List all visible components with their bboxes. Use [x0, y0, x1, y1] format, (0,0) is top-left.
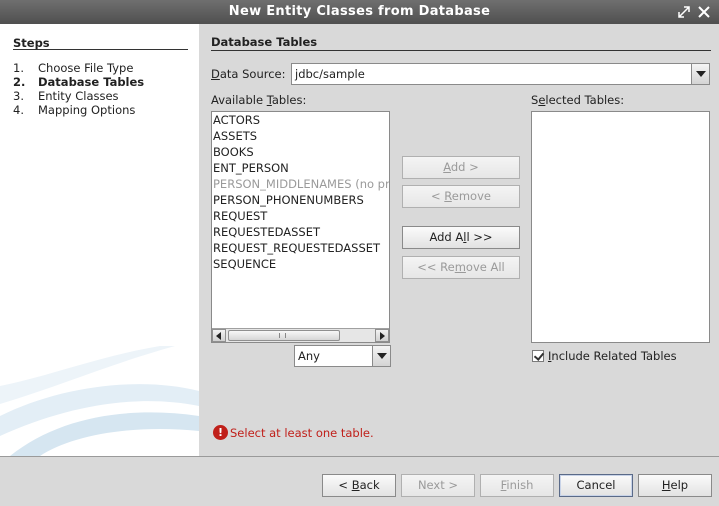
steps-panel: Steps 1. Choose File Type 2. Database Tabl… — [0, 24, 199, 456]
decorative-swoosh — [0, 346, 199, 456]
list-item[interactable]: ACTORS — [212, 112, 389, 128]
list-item[interactable]: BOOKS — [212, 144, 389, 160]
list-item[interactable]: REQUESTEDASSET — [212, 224, 389, 240]
scrollbar-thumb[interactable] — [228, 330, 340, 341]
scroll-right-icon[interactable] — [375, 329, 389, 342]
finish-button[interactable]: Finish — [480, 474, 554, 497]
steps-divider — [13, 49, 188, 50]
list-item[interactable]: REQUEST_REQUESTEDASSET — [212, 240, 389, 256]
table-filter-value: Any — [298, 349, 320, 363]
available-tables-list[interactable]: ACTORS ASSETS BOOKS ENT_PERSON PERSON_MI… — [211, 111, 390, 343]
include-related-label[interactable]: Include Related Tables — [548, 349, 677, 363]
step-item-current: 2. Database Tables — [13, 75, 145, 89]
list-item-disabled: PERSON_MIDDLENAMES (no primary key) — [213, 177, 389, 191]
title-bar: New Entity Classes from Database — [0, 0, 719, 24]
cancel-button[interactable]: Cancel — [559, 474, 633, 497]
list-item[interactable]: ASSETS — [212, 128, 389, 144]
chevron-down-icon[interactable] — [691, 64, 709, 84]
available-tables-label: Available Tables: — [211, 93, 307, 107]
horizontal-scrollbar[interactable] — [212, 328, 389, 342]
panel-divider — [211, 50, 711, 51]
steps-heading: Steps — [13, 36, 50, 50]
table-filter-select[interactable]: Any — [294, 345, 391, 367]
remove-button[interactable]: < Remove — [402, 185, 520, 208]
help-button[interactable]: Help — [638, 474, 712, 497]
list-item[interactable]: SEQUENCE — [212, 256, 389, 272]
list-item[interactable]: REQUEST — [212, 208, 389, 224]
chevron-down-icon[interactable] — [372, 346, 390, 366]
dialog-footer: < Back Next > Finish Cancel Help — [0, 456, 719, 506]
main-panel: Database Tables Data Source: jdbc/sample… — [199, 24, 719, 456]
window-title: New Entity Classes from Database — [228, 4, 491, 19]
data-source-value: jdbc/sample — [295, 67, 365, 81]
step-item: 1. Choose File Type — [13, 61, 134, 75]
close-icon[interactable] — [697, 5, 711, 19]
selected-tables-label: Selected Tables: — [531, 93, 625, 107]
list-item[interactable]: PERSON_PHONENUMBERS — [212, 192, 389, 208]
next-button[interactable]: Next > — [401, 474, 475, 497]
scroll-left-icon[interactable] — [212, 329, 226, 342]
steps-list: 1. Choose File Type 2. Database Tables 3. E… — [13, 61, 144, 117]
error-message: Select at least one table. — [230, 426, 374, 440]
add-button[interactable]: Add > — [402, 156, 520, 179]
panel-heading: Database Tables — [211, 35, 318, 49]
error-icon: ! — [213, 425, 228, 440]
step-item: 4. Mapping Options — [13, 103, 136, 117]
list-item[interactable]: ENT_PERSON — [212, 160, 389, 176]
selected-tables-list[interactable] — [531, 111, 710, 343]
step-item: 3. Entity Classes — [13, 89, 119, 103]
remove-all-button[interactable]: << Remove All — [402, 256, 520, 279]
include-related-checkbox[interactable] — [532, 350, 544, 362]
data-source-select[interactable]: jdbc/sample — [291, 63, 710, 85]
back-button[interactable]: < Back — [322, 474, 396, 497]
data-source-label: Data Source: — [211, 67, 286, 81]
maximize-icon[interactable] — [677, 5, 691, 19]
add-all-button[interactable]: Add All >> — [402, 226, 520, 249]
